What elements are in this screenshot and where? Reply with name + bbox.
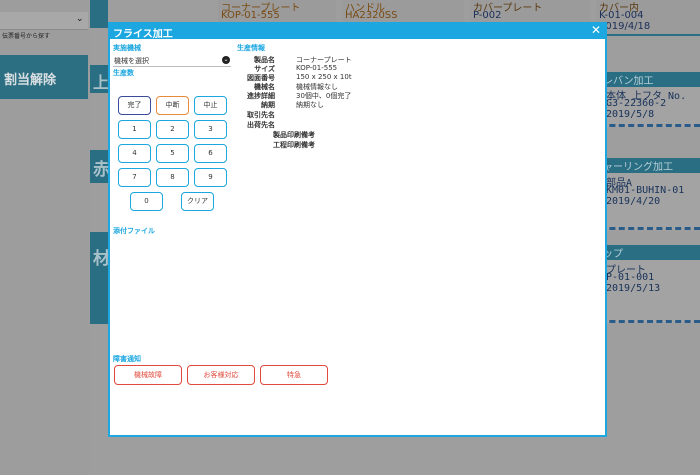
background-card-2-title: ャーリング加工 <box>603 162 673 173</box>
background-column-header-2: 赤 <box>90 150 110 183</box>
close-icon[interactable]: ✕ <box>591 23 601 37</box>
background-card-3[interactable]: ップ プレート P-01-001 2019/5/13 <box>600 245 700 323</box>
background-card-3-divider <box>600 317 700 323</box>
keypad-key-1[interactable]: 1 <box>118 120 151 139</box>
background-item-3-code: P-002 <box>473 10 502 21</box>
background-column-header-3: 材 <box>90 232 110 324</box>
background-item-4-code: K-01-004 <box>599 10 644 21</box>
info-value-product-print-note: - <box>296 130 299 138</box>
background-item-2[interactable]: ハンドル HA2320SS <box>342 0 464 24</box>
attachments-label: 添付ファイル <box>113 227 155 235</box>
background-card-3-line-3: 2019/5/13 <box>606 283 661 294</box>
machine-failure-button[interactable]: 機械故障 <box>114 365 182 385</box>
machine-select-value: 機械を選択 <box>114 57 149 65</box>
background-card-3-header: ップ <box>600 245 700 260</box>
customer-response-button[interactable]: お客様対応 <box>187 365 255 385</box>
complete-button[interactable]: 完了 <box>118 96 151 115</box>
pause-button[interactable]: 中断 <box>156 96 189 115</box>
info-key-process-print-note: 工程印刷備考 <box>273 141 315 149</box>
background-item-2-code: HA2320SS <box>345 10 398 21</box>
background-search-hint: 伝票番号から探す <box>2 33 51 40</box>
background-item-3[interactable]: カバープレート P-002 <box>470 0 590 24</box>
keypad-key-2[interactable]: 2 <box>156 120 189 139</box>
background-card-1-line-2: G3-22360-2 <box>606 98 667 109</box>
background-item-1[interactable]: コーナープレート KOP-01-555 <box>218 0 336 24</box>
chevron-down-icon: ⌄ <box>76 14 84 24</box>
background-card-2-line-3: 2019/4/20 <box>606 196 661 207</box>
keypad-key-6[interactable]: 6 <box>194 144 227 163</box>
info-value-drawing-number: 150 x 250 x 10t <box>296 73 352 81</box>
info-value-process-print-note: - <box>296 140 299 148</box>
info-key-ship-to: 出荷先名 <box>247 121 275 129</box>
keypad-key-7[interactable]: 7 <box>118 168 151 187</box>
issue-notification-label: 障害通知 <box>113 355 141 363</box>
keypad-key-0[interactable]: 0 <box>130 192 163 211</box>
info-value-due-date: 納期なし <box>296 101 324 109</box>
milling-process-dialog: フライス加工 ✕ 実施機械 機械を選択 ⌄ 生産数 完了 中断 中止 1 2 3… <box>108 22 607 437</box>
background-card-1-header: レバン加工 <box>600 72 700 87</box>
keypad-key-4[interactable]: 4 <box>118 144 151 163</box>
info-key-due-date: 納期 <box>261 101 275 109</box>
background-column-header-1-label: 上 <box>93 73 110 92</box>
express-button[interactable]: 特急 <box>260 365 328 385</box>
background-card-1[interactable]: レバン加工 本体 上フタ No. G3-22360-2 2019/5/8 <box>600 72 700 127</box>
background-search-select[interactable] <box>0 12 88 30</box>
background-card-2-line-2: KM01-BUHIN-01 <box>606 185 685 196</box>
background-item-4[interactable]: カバー内 K-01-004 2019/4/18 <box>596 0 700 36</box>
background-card-3-line-2: P-01-001 <box>606 272 655 283</box>
release-assignment-button[interactable]: 割当解除 <box>0 55 88 99</box>
machine-section-label: 実施機械 <box>113 44 141 52</box>
dialog-header: フライス加工 ✕ <box>110 23 605 40</box>
info-key-client-name: 取引先名 <box>247 111 275 119</box>
production-info-label: 生産情報 <box>237 44 265 52</box>
keypad-key-9[interactable]: 9 <box>194 168 227 187</box>
release-assignment-label: 割当解除 <box>4 73 57 88</box>
background-item-1-code: KOP-01-555 <box>221 10 280 21</box>
keypad-clear-button[interactable]: クリア <box>181 192 214 211</box>
dialog-title: フライス加工 <box>113 29 173 40</box>
background-card-2-divider <box>600 224 700 230</box>
background-column-header-top <box>90 0 108 28</box>
keypad-key-5[interactable]: 5 <box>156 144 189 163</box>
background-card-1-line-3: 2019/5/8 <box>606 109 655 120</box>
machine-select[interactable]: 機械を選択 ⌄ <box>113 55 231 67</box>
keypad-key-8[interactable]: 8 <box>156 168 189 187</box>
background-card-1-title: レバン加工 <box>603 76 654 87</box>
production-count-label: 生産数 <box>113 69 134 77</box>
background-card-2[interactable]: ャーリング加工 部品A KM01-BUHIN-01 2019/4/20 <box>600 158 700 230</box>
info-value-size: KOP-01-555 <box>296 64 338 72</box>
info-key-product-print-note: 製品印刷備考 <box>273 131 315 139</box>
background-card-2-header: ャーリング加工 <box>600 158 700 173</box>
background-column-header-1: 上 <box>90 65 110 93</box>
background-card-1-divider <box>600 121 700 127</box>
